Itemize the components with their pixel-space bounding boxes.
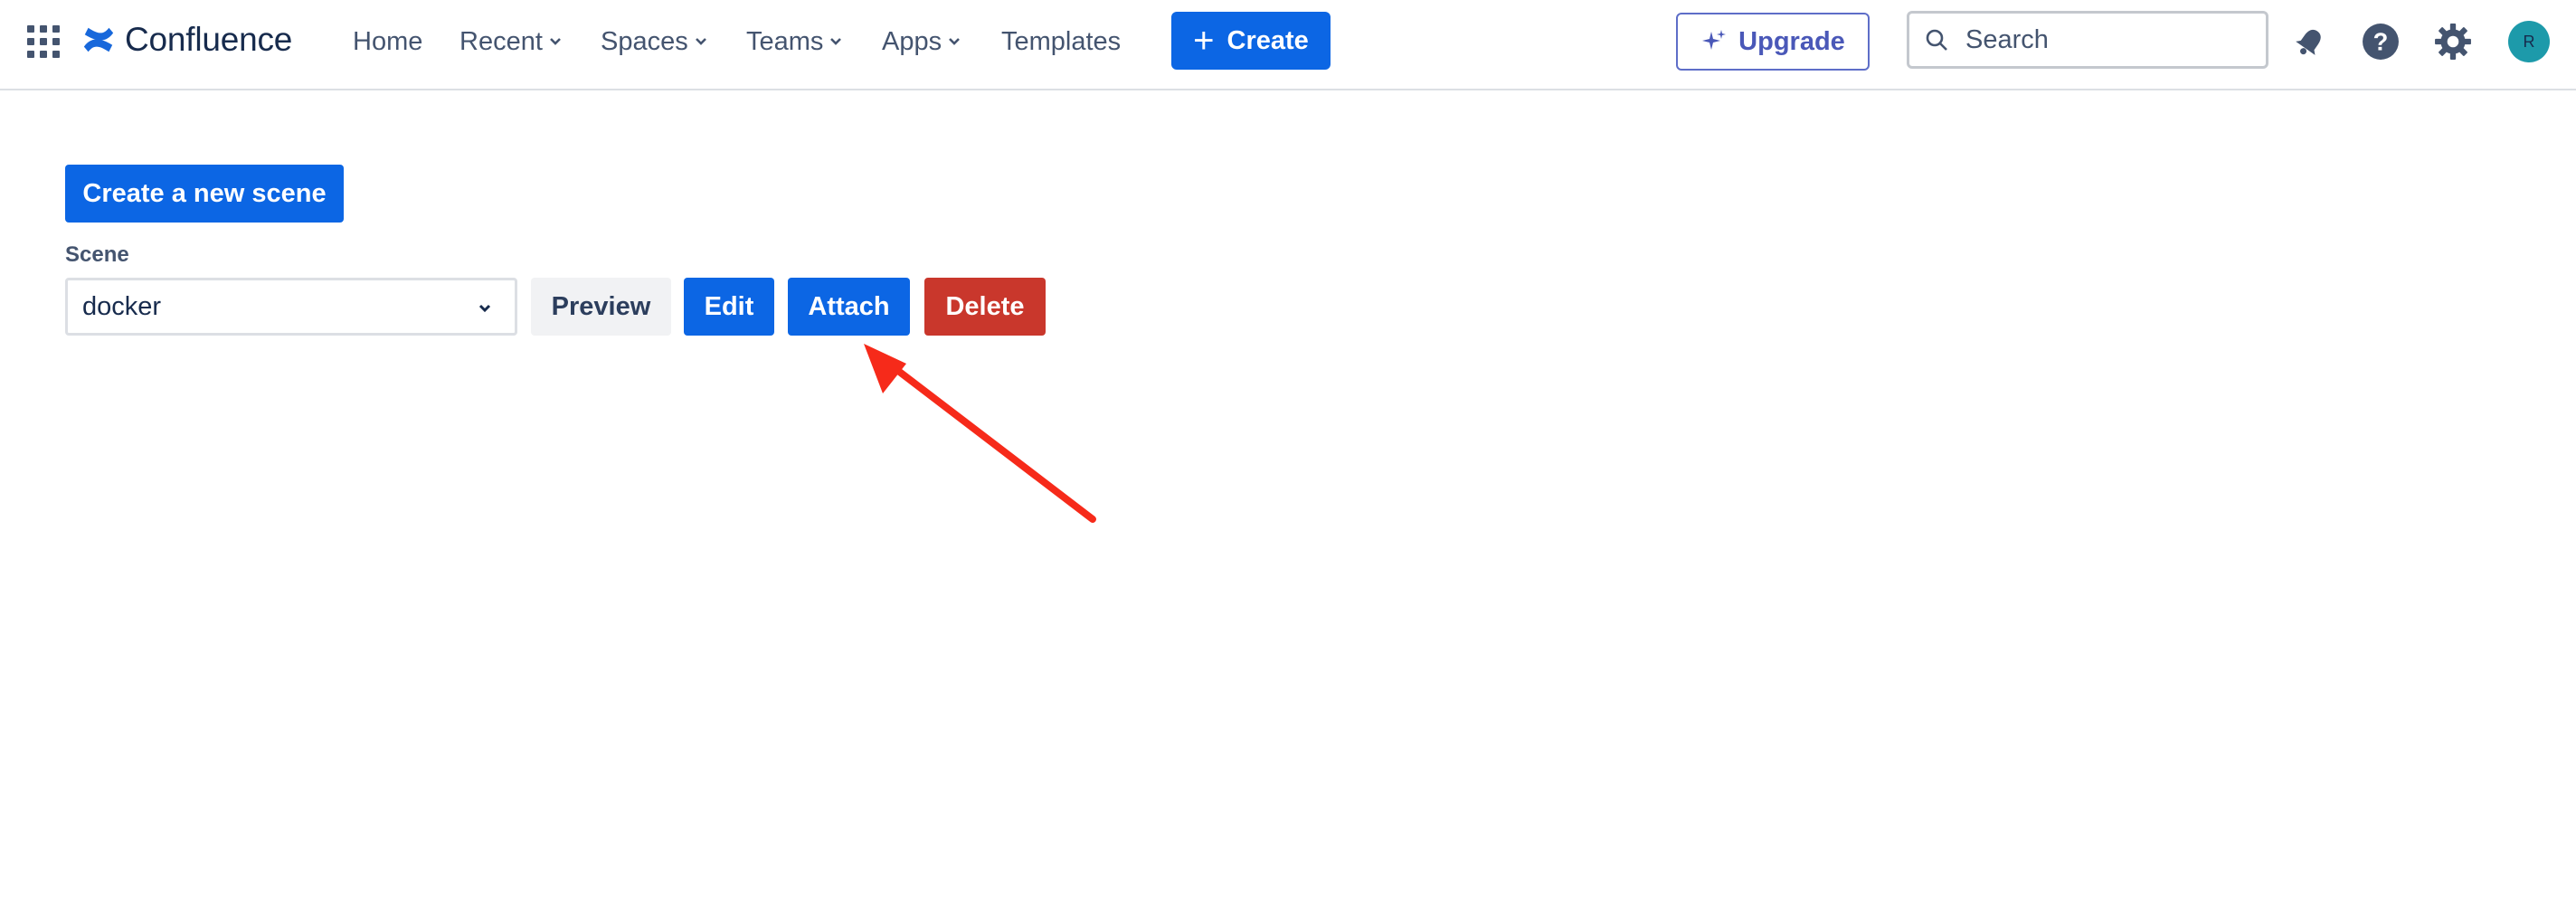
search-input[interactable] [1965, 24, 2255, 55]
preview-button[interactable]: Preview [531, 278, 671, 336]
plus-icon: + [1193, 21, 1215, 61]
preview-button-label: Preview [551, 291, 651, 321]
nav-home[interactable]: Home [353, 24, 422, 60]
create-button-label: Create [1226, 25, 1309, 55]
gear-icon [2435, 24, 2471, 60]
nav-teams-label: Teams [746, 26, 824, 56]
help-icon[interactable]: ? [2361, 22, 2401, 62]
scene-select-value: docker [82, 291, 162, 321]
question-circle-icon: ? [2363, 24, 2399, 60]
nav-home-label: Home [353, 26, 423, 56]
edit-button-label: Edit [704, 291, 754, 321]
chevron-down-icon [549, 38, 561, 45]
edit-button[interactable]: Edit [684, 278, 774, 336]
scene-select[interactable]: docker [65, 278, 517, 336]
delete-button[interactable]: Delete [924, 278, 1046, 336]
top-navigation-bar: Confluence Home Recent Spaces Teams Apps… [0, 0, 2576, 90]
svg-text:?: ? [2373, 27, 2389, 55]
chevron-down-icon [830, 38, 842, 45]
nav-recent[interactable]: Recent [459, 24, 563, 60]
nav-teams[interactable]: Teams [746, 24, 843, 60]
avatar[interactable]: R [2508, 21, 2550, 62]
annotation-arrow [864, 344, 1096, 523]
sparkle-icon [1702, 30, 1727, 50]
create-new-scene-label: Create a new scene [82, 178, 327, 208]
settings-icon[interactable] [2433, 22, 2473, 62]
nav-spaces-label: Spaces [601, 26, 688, 56]
app-name: Confluence [125, 21, 293, 58]
confluence-logo-icon [83, 27, 114, 52]
chevron-down-icon [695, 38, 706, 45]
search-icon [1926, 29, 1947, 51]
notifications-icon[interactable] [2290, 22, 2330, 62]
scene-field-label: Scene [65, 242, 129, 267]
delete-button-label: Delete [945, 291, 1025, 321]
app-switcher-icon[interactable] [27, 25, 60, 58]
nav-templates[interactable]: Templates [1001, 24, 1121, 60]
create-new-scene-button[interactable]: Create a new scene [65, 165, 344, 223]
create-button[interactable]: + Create [1171, 12, 1331, 70]
avatar-initial: R [2523, 32, 2535, 51]
confluence-logo[interactable]: Confluence [81, 20, 292, 60]
attach-button-label: Attach [808, 291, 890, 321]
chevron-down-icon [949, 38, 961, 45]
upgrade-button[interactable]: Upgrade [1676, 13, 1870, 71]
nav-templates-label: Templates [1001, 26, 1122, 56]
attach-button[interactable]: Attach [788, 278, 910, 336]
nav-apps-label: Apps [882, 26, 942, 56]
nav-spaces[interactable]: Spaces [601, 24, 708, 60]
bell-icon [2296, 29, 2321, 55]
chevron-down-icon [478, 304, 491, 313]
upgrade-button-label: Upgrade [1738, 26, 1845, 56]
nav-recent-label: Recent [459, 26, 543, 56]
nav-apps[interactable]: Apps [882, 24, 961, 60]
search-box[interactable] [1907, 11, 2268, 69]
